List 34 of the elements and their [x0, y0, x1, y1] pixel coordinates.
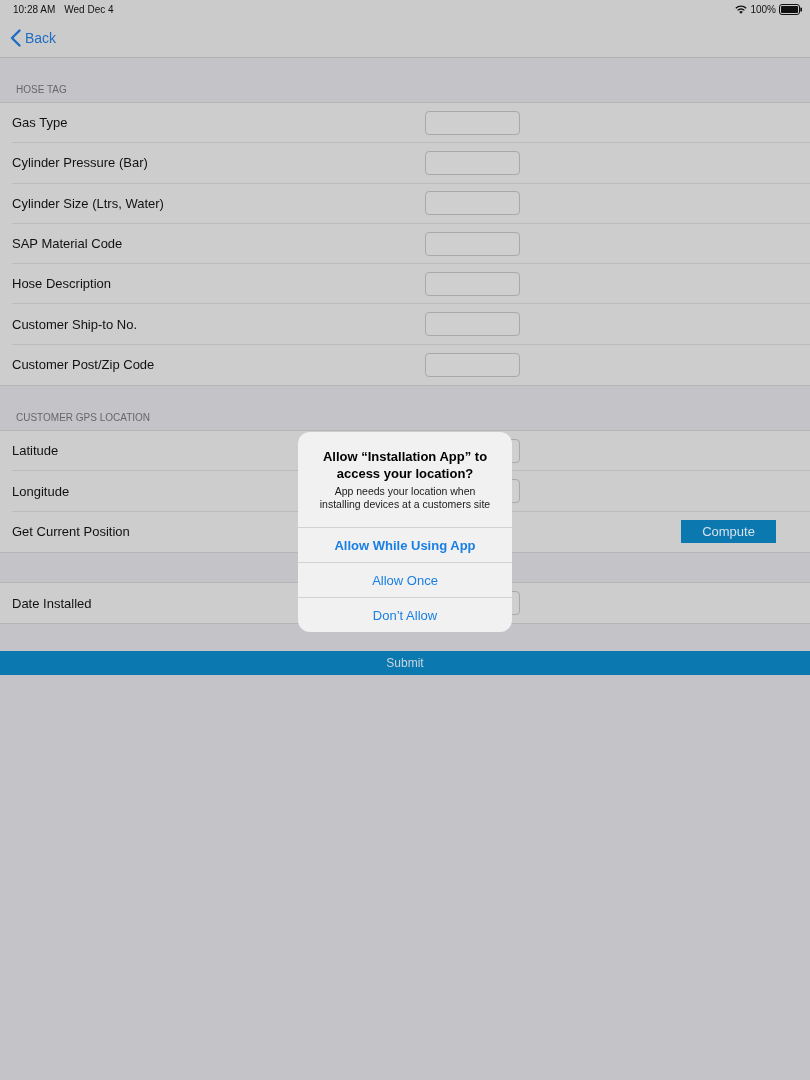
field-label: SAP Material Code: [12, 236, 123, 252]
field-label: Latitude: [12, 443, 59, 459]
alert-button[interactable]: Allow While Using App: [298, 527, 512, 562]
field-label: Date Installed: [12, 595, 92, 611]
submit-button[interactable]: Submit: [0, 651, 810, 676]
alert-button[interactable]: Allow Once: [298, 562, 512, 597]
field-label: Hose Description: [12, 276, 111, 292]
input-field[interactable]: [425, 271, 520, 296]
field-label: Customer Ship-to No.: [12, 316, 137, 332]
battery-icon: [779, 3, 802, 15]
input-field[interactable]: [425, 110, 520, 135]
field-label: Gas Type: [12, 115, 68, 131]
section-header: HOSE TAG: [16, 84, 67, 96]
field-label: Cylinder Size (Ltrs, Water): [12, 195, 164, 211]
compute-button[interactable]: Compute: [681, 520, 776, 544]
field-label: Cylinder Pressure (Bar): [12, 155, 148, 171]
field-label: Longitude: [12, 483, 70, 499]
alert-message: App needs your location when installing devices at a customers site: [318, 485, 492, 512]
wifi-icon: [735, 4, 748, 14]
alert-button[interactable]: Don’t Allow: [298, 597, 512, 632]
status-date: Wed Dec 4: [64, 3, 114, 15]
input-field[interactable]: [425, 312, 520, 337]
section-header: CUSTOMER GPS LOCATION: [16, 412, 151, 425]
status-time: 10:28 AM: [13, 3, 56, 15]
field-label: Get Current Position: [12, 524, 130, 540]
input-field[interactable]: [425, 352, 520, 377]
back-button[interactable]: Back: [10, 28, 57, 47]
input-field[interactable]: [425, 231, 520, 256]
alert-title: Allow “Installation App” to access your location?: [321, 448, 489, 482]
field-label: Customer Post/Zip Code: [12, 357, 155, 373]
input-field[interactable]: [425, 191, 520, 216]
battery-percent: 100%: [750, 3, 776, 15]
chevron-icon: [10, 28, 21, 47]
input-field[interactable]: [425, 150, 520, 175]
